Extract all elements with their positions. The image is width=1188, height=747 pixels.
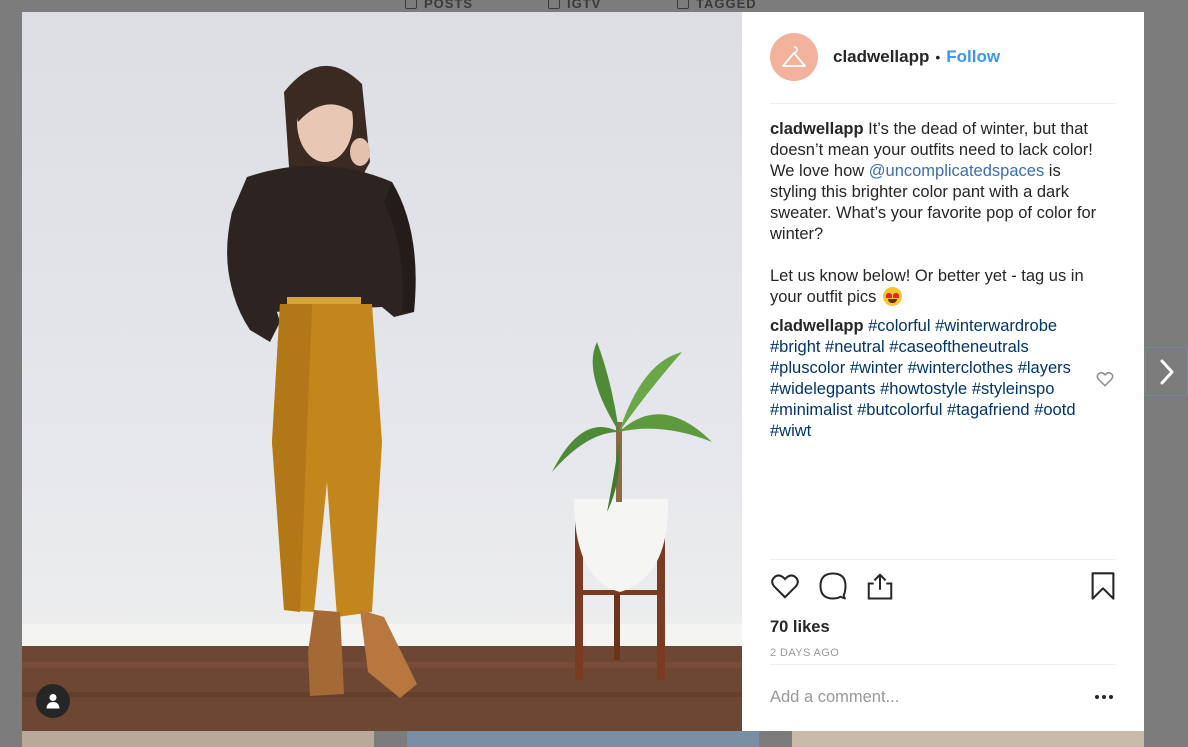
- hashtag-link[interactable]: #ootd: [1034, 401, 1075, 419]
- tab-tagged: TAGGED: [677, 0, 757, 12]
- hashtag-link[interactable]: #colorful: [868, 317, 930, 335]
- tag-icon: [677, 0, 689, 9]
- tab-posts: POSTS: [405, 0, 473, 12]
- hashtag-link[interactable]: #pluscolor: [770, 359, 845, 377]
- hashtag-link[interactable]: #layers: [1018, 359, 1071, 377]
- post-modal: cladwellapp • Follow cladwellapp It’s th…: [22, 12, 1144, 731]
- avatar[interactable]: [770, 32, 818, 81]
- hashtag-comment: cladwellapp #colorful #winterwardrobe #b…: [770, 316, 1100, 442]
- hashtag-link[interactable]: #wiwt: [770, 422, 811, 440]
- profile-tabs-background: POSTS IGTV TAGGED: [0, 0, 1188, 12]
- hanger-logo-icon: [782, 45, 806, 67]
- comment-like-heart-icon[interactable]: [1096, 370, 1114, 388]
- mention-link[interactable]: @uncomplicatedspaces: [869, 162, 1044, 180]
- hashtag-link[interactable]: #styleinspo: [972, 380, 1055, 398]
- outfit-photo-illustration: [22, 65, 742, 731]
- speech-bubble-icon[interactable]: [818, 571, 848, 601]
- hashtag-link[interactable]: #winter: [850, 359, 903, 377]
- chevron-right-icon: [1160, 359, 1173, 384]
- hashtag-link[interactable]: #minimalist: [770, 401, 853, 419]
- person-icon: [46, 694, 60, 709]
- hashtag-link[interactable]: #neutral: [825, 338, 885, 356]
- caption-second-paragraph: Let us know below! Or better yet - tag u…: [770, 267, 1084, 306]
- action-bar: [770, 560, 1115, 616]
- heart-icon[interactable]: [770, 571, 800, 601]
- grid-thumbnail: [407, 731, 759, 747]
- add-comment-input[interactable]: [770, 687, 1070, 707]
- caption-username[interactable]: cladwellapp: [770, 120, 864, 138]
- hashtag-link[interactable]: #butcolorful: [857, 401, 942, 419]
- post-header: cladwellapp • Follow: [770, 32, 1115, 104]
- comment-username[interactable]: cladwellapp: [770, 317, 864, 335]
- post-author-username[interactable]: cladwellapp: [833, 47, 929, 67]
- hashtag-link[interactable]: #howtostyle: [880, 380, 967, 398]
- post-photo: [22, 12, 742, 731]
- like-count[interactable]: 70 likes: [770, 618, 1115, 637]
- tab-igtv: IGTV: [548, 0, 601, 12]
- grid-thumbnail: [792, 731, 1144, 747]
- hashtag-link[interactable]: #widelegpants: [770, 380, 876, 398]
- hashtag-link[interactable]: #winterclothes: [908, 359, 1013, 377]
- ellipsis-icon[interactable]: [1095, 695, 1113, 699]
- separator-dot: •: [935, 48, 941, 65]
- caption: cladwellapp It’s the dead of winter, but…: [770, 119, 1100, 308]
- share-icon[interactable]: [865, 571, 895, 601]
- grid-thumbnail: [22, 731, 374, 747]
- comment-list: cladwellapp It’s the dead of winter, but…: [770, 119, 1100, 442]
- hashtag-link[interactable]: #caseoftheneutrals: [889, 338, 1028, 356]
- hashtag-link[interactable]: #tagafriend: [947, 401, 1030, 419]
- next-post-button[interactable]: [1145, 347, 1188, 396]
- hashtag-link[interactable]: #bright: [770, 338, 820, 356]
- tv-icon: [548, 0, 560, 9]
- hashtag-link[interactable]: #winterwardrobe: [935, 317, 1057, 335]
- grid-icon: [405, 0, 417, 9]
- profile-grid-background: [0, 731, 1188, 747]
- bookmark-icon[interactable]: [1090, 571, 1116, 601]
- post-actions: 70 likes 2 DAYS AGO: [770, 559, 1115, 659]
- post-timestamp[interactable]: 2 DAYS AGO: [770, 647, 1115, 659]
- add-comment-bar: [770, 664, 1115, 731]
- post-sidebar: cladwellapp • Follow cladwellapp It’s th…: [742, 12, 1144, 731]
- user-tag-button[interactable]: [36, 684, 70, 718]
- follow-button[interactable]: Follow: [946, 47, 1000, 67]
- heart-eyes-emoji-icon: [882, 287, 902, 306]
